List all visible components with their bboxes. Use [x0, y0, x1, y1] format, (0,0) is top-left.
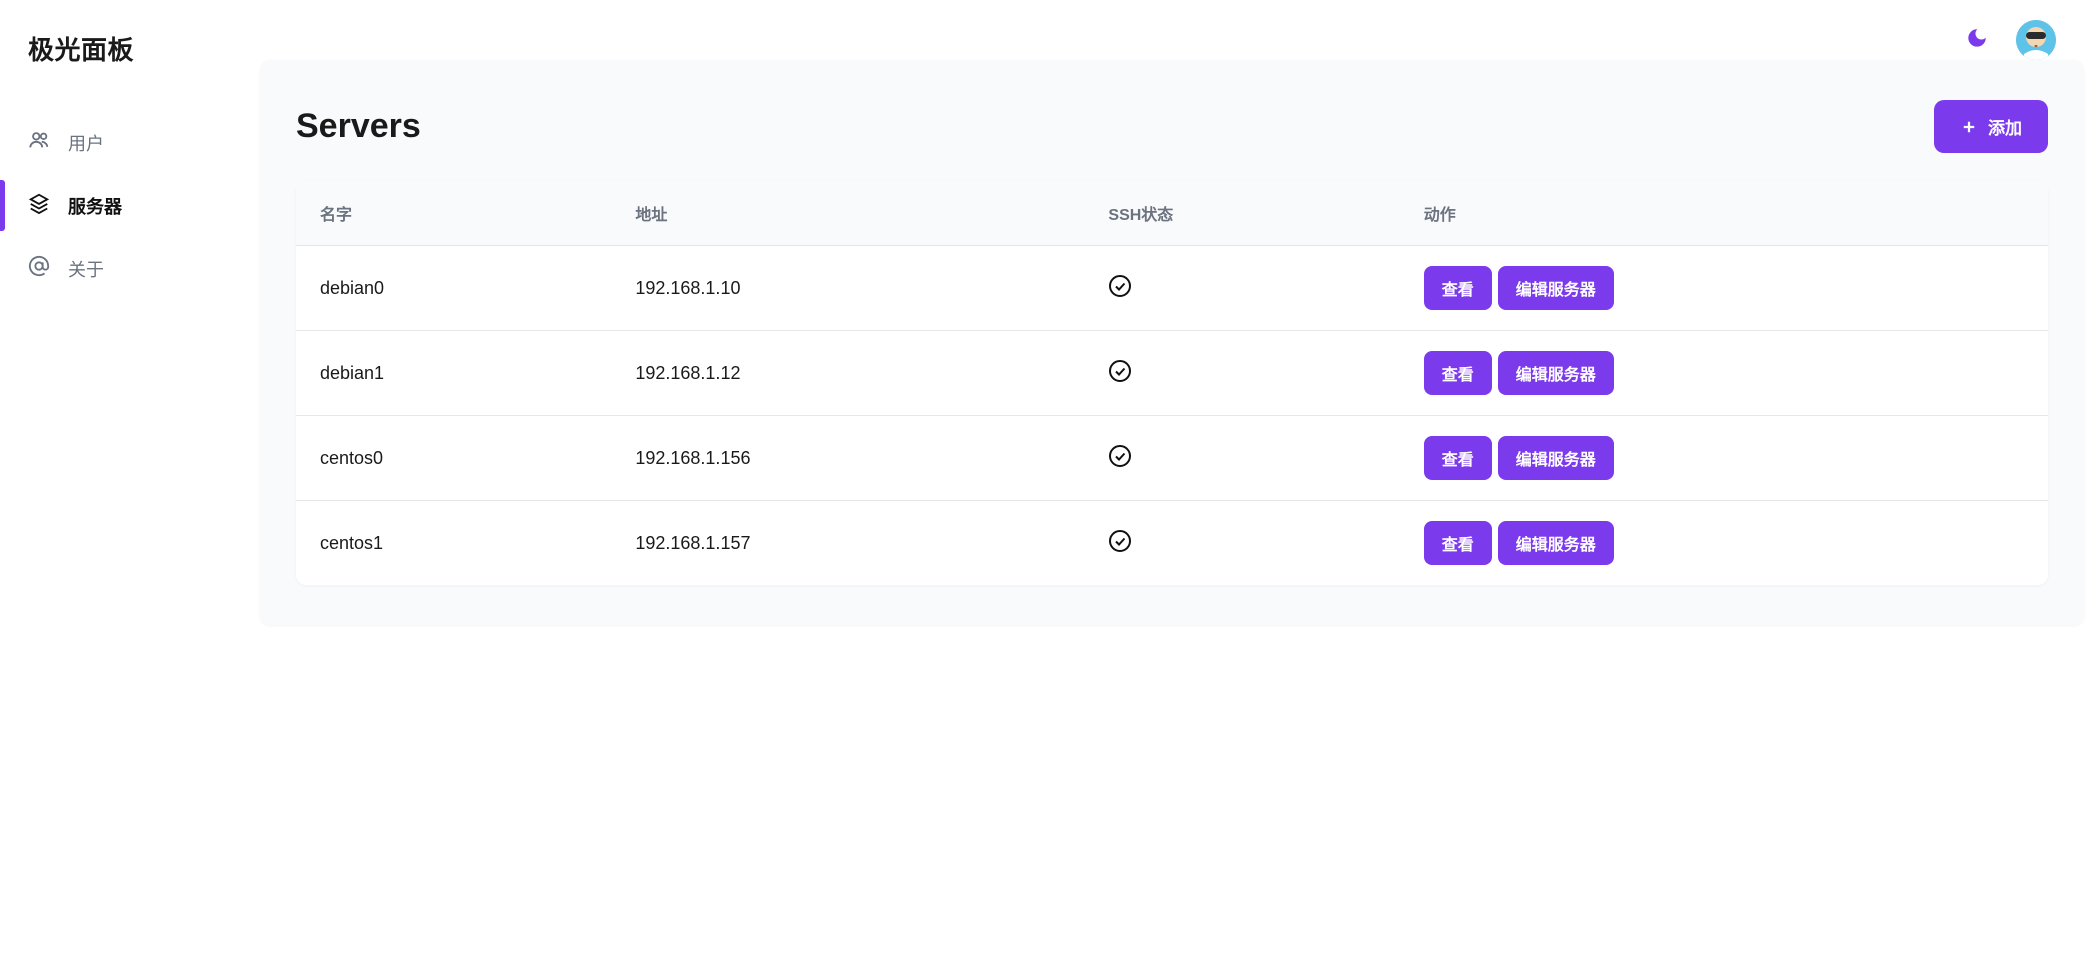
sidebar-item-label: 关于 [68, 256, 104, 282]
sidebar-item-about[interactable]: 关于 [0, 237, 260, 300]
topbar-right [1966, 20, 2056, 60]
servers-table: 名字 地址 SSH状态 动作 debian0192.168.1.10查看编辑服务… [296, 181, 2048, 585]
cell-actions: 查看编辑服务器 [1400, 501, 2048, 586]
th-name: 名字 [296, 181, 611, 246]
table-row: debian1192.168.1.12 查看编辑服务器 [296, 331, 2048, 416]
table-row: centos0192.168.1.156 查看编辑服务器 [296, 416, 2048, 501]
cell-address: 192.168.1.156 [611, 416, 1084, 501]
edit-server-button[interactable]: 编辑服务器 [1498, 351, 1614, 395]
sidebar-item-label: 用户 [68, 130, 104, 156]
sidebar-item-label: 服务器 [68, 193, 122, 219]
users-icon [28, 129, 50, 156]
view-button[interactable]: 查看 [1424, 351, 1492, 395]
cell-name: debian0 [296, 246, 611, 331]
avatar-icon [2016, 20, 2056, 60]
servers-table-card: 名字 地址 SSH状态 动作 debian0192.168.1.10查看编辑服务… [296, 181, 2048, 585]
page-header: Servers 添加 [296, 100, 2048, 153]
cell-actions: 查看编辑服务器 [1400, 246, 2048, 331]
cell-name: centos0 [296, 416, 611, 501]
dark-mode-toggle[interactable] [1966, 27, 1988, 54]
layers-icon [28, 192, 50, 219]
cell-name: debian1 [296, 331, 611, 416]
cell-address: 192.168.1.10 [611, 246, 1084, 331]
brand-title: 极光面板 [0, 8, 260, 89]
check-circle-icon [1108, 452, 1132, 472]
th-address: 地址 [611, 181, 1084, 246]
check-circle-icon [1108, 367, 1132, 387]
view-button[interactable]: 查看 [1424, 436, 1492, 480]
add-button[interactable]: 添加 [1934, 100, 2048, 153]
nav: 用户 服务器 关于 [0, 111, 260, 300]
add-button-label: 添加 [1988, 114, 2022, 139]
cell-name: centos1 [296, 501, 611, 586]
page-title: Servers [296, 107, 421, 146]
cell-ssh [1084, 501, 1399, 586]
main-content: Servers 添加 名字 地址 SSH状态 动作 [260, 60, 2084, 625]
check-circle-icon [1108, 537, 1132, 557]
cell-ssh [1084, 331, 1399, 416]
th-actions: 动作 [1400, 181, 2048, 246]
cell-actions: 查看编辑服务器 [1400, 416, 2048, 501]
cell-address: 192.168.1.12 [611, 331, 1084, 416]
th-ssh: SSH状态 [1084, 181, 1399, 246]
cell-address: 192.168.1.157 [611, 501, 1084, 586]
sidebar: 极光面板 用户 服务器 关于 [0, 0, 260, 974]
avatar[interactable] [2016, 20, 2056, 60]
cell-ssh [1084, 246, 1399, 331]
table-row: centos1192.168.1.157 查看编辑服务器 [296, 501, 2048, 586]
plus-icon [1960, 118, 1978, 136]
cell-ssh [1084, 416, 1399, 501]
edit-server-button[interactable]: 编辑服务器 [1498, 436, 1614, 480]
check-circle-icon [1108, 282, 1132, 302]
edit-server-button[interactable]: 编辑服务器 [1498, 266, 1614, 310]
view-button[interactable]: 查看 [1424, 521, 1492, 565]
edit-server-button[interactable]: 编辑服务器 [1498, 521, 1614, 565]
at-icon [28, 255, 50, 282]
sidebar-item-users[interactable]: 用户 [0, 111, 260, 174]
sidebar-item-servers[interactable]: 服务器 [0, 174, 260, 237]
moon-icon [1966, 27, 1988, 49]
view-button[interactable]: 查看 [1424, 266, 1492, 310]
table-row: debian0192.168.1.10 查看编辑服务器 [296, 246, 2048, 331]
cell-actions: 查看编辑服务器 [1400, 331, 2048, 416]
